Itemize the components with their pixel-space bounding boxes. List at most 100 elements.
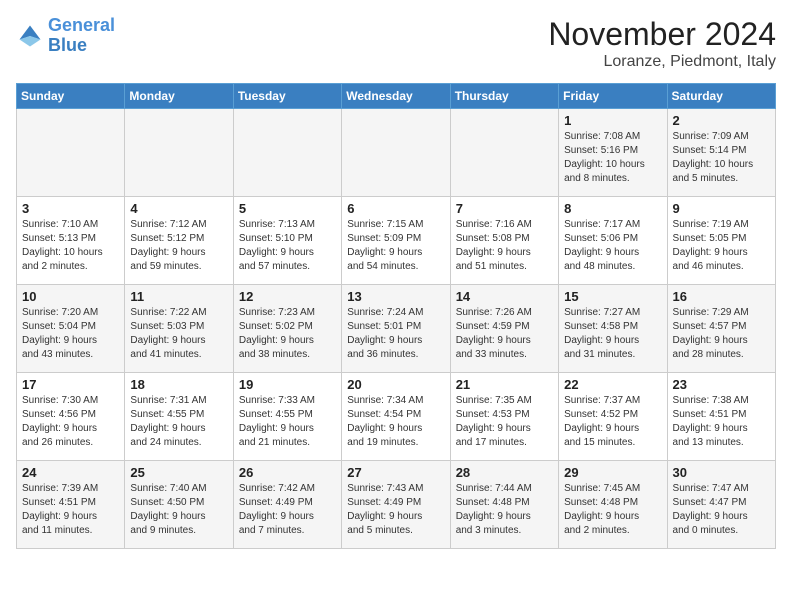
logo: General Blue	[16, 16, 115, 56]
calendar-cell: 12 Sunrise: 7:23 AM Sunset: 5:02 PM Dayli…	[233, 285, 341, 373]
cell-info: Sunrise: 7:42 AM Sunset: 4:49 PM Dayligh…	[239, 482, 336, 538]
cell-info: Sunrise: 7:47 AM Sunset: 4:47 PM Dayligh…	[673, 482, 770, 538]
calendar-table: SundayMondayTuesdayWednesdayThursdayFrid…	[16, 83, 776, 549]
day-number: 12	[239, 289, 336, 304]
cell-info: Sunrise: 7:16 AM Sunset: 5:08 PM Dayligh…	[456, 218, 553, 274]
calendar-cell: 17 Sunrise: 7:30 AM Sunset: 4:56 PM Dayli…	[17, 373, 125, 461]
weekday-header: Thursday	[450, 84, 558, 109]
day-number: 25	[130, 465, 227, 480]
calendar-cell	[125, 109, 233, 197]
day-number: 4	[130, 201, 227, 216]
day-number: 16	[673, 289, 770, 304]
weekday-header: Friday	[559, 84, 667, 109]
day-number: 1	[564, 113, 661, 128]
calendar-cell: 14Sunrise: 7:26 AM Sunset: 4:59 PM Dayli…	[450, 285, 558, 373]
cell-info: Sunrise: 7:12 AM Sunset: 5:12 PM Dayligh…	[130, 218, 227, 274]
cell-info: Sunrise: 7:17 AM Sunset: 5:06 PM Dayligh…	[564, 218, 661, 274]
title-block: November 2024 Loranze, Piedmont, Italy	[548, 16, 776, 71]
cell-info: Sunrise: 7:45 AM Sunset: 4:48 PM Dayligh…	[564, 482, 661, 538]
calendar-cell: 3 Sunrise: 7:10 AM Sunset: 5:13 PM Daylig…	[17, 197, 125, 285]
day-number: 28	[456, 465, 553, 480]
cell-info: Sunrise: 7:43 AM Sunset: 4:49 PM Dayligh…	[347, 482, 444, 538]
day-number: 17	[22, 377, 119, 392]
cell-info: Sunrise: 7:19 AM Sunset: 5:05 PM Dayligh…	[673, 218, 770, 274]
calendar-cell: 26 Sunrise: 7:42 AM Sunset: 4:49 PM Dayli…	[233, 461, 341, 549]
day-number: 24	[22, 465, 119, 480]
day-number: 20	[347, 377, 444, 392]
day-number: 19	[239, 377, 336, 392]
day-number: 8	[564, 201, 661, 216]
calendar-cell: 8 Sunrise: 7:17 AM Sunset: 5:06 PM Daylig…	[559, 197, 667, 285]
calendar-week-row: 1Sunrise: 7:08 AM Sunset: 5:16 PM Daylig…	[17, 109, 776, 197]
calendar-cell: 13Sunrise: 7:24 AM Sunset: 5:01 PM Dayli…	[342, 285, 450, 373]
day-number: 2	[673, 113, 770, 128]
calendar-cell: 4 Sunrise: 7:12 AM Sunset: 5:12 PM Daylig…	[125, 197, 233, 285]
day-number: 23	[673, 377, 770, 392]
calendar-cell: 9 Sunrise: 7:19 AM Sunset: 5:05 PM Daylig…	[667, 197, 775, 285]
day-number: 29	[564, 465, 661, 480]
calendar-cell	[233, 109, 341, 197]
cell-info: Sunrise: 7:30 AM Sunset: 4:56 PM Dayligh…	[22, 394, 119, 450]
calendar-cell: 16 Sunrise: 7:29 AM Sunset: 4:57 PM Dayli…	[667, 285, 775, 373]
cell-info: Sunrise: 7:10 AM Sunset: 5:13 PM Dayligh…	[22, 218, 119, 274]
day-number: 30	[673, 465, 770, 480]
weekday-header: Saturday	[667, 84, 775, 109]
cell-info: Sunrise: 7:40 AM Sunset: 4:50 PM Dayligh…	[130, 482, 227, 538]
weekday-header: Wednesday	[342, 84, 450, 109]
cell-info: Sunrise: 7:22 AM Sunset: 5:03 PM Dayligh…	[130, 306, 227, 362]
calendar-cell: 29 Sunrise: 7:45 AM Sunset: 4:48 PM Dayli…	[559, 461, 667, 549]
day-number: 21	[456, 377, 553, 392]
weekday-header: Monday	[125, 84, 233, 109]
month-title: November 2024	[548, 16, 776, 53]
cell-info: Sunrise: 7:33 AM Sunset: 4:55 PM Dayligh…	[239, 394, 336, 450]
cell-info: Sunrise: 7:31 AM Sunset: 4:55 PM Dayligh…	[130, 394, 227, 450]
day-number: 5	[239, 201, 336, 216]
calendar-cell	[342, 109, 450, 197]
cell-info: Sunrise: 7:09 AM Sunset: 5:14 PM Dayligh…	[673, 130, 770, 186]
day-number: 7	[456, 201, 553, 216]
day-number: 10	[22, 289, 119, 304]
calendar-cell: 23 Sunrise: 7:38 AM Sunset: 4:51 PM Dayli…	[667, 373, 775, 461]
calendar-cell: 1Sunrise: 7:08 AM Sunset: 5:16 PM Daylig…	[559, 109, 667, 197]
weekday-header: Sunday	[17, 84, 125, 109]
calendar-cell: 21 Sunrise: 7:35 AM Sunset: 4:53 PM Dayli…	[450, 373, 558, 461]
calendar-week-row: 24 Sunrise: 7:39 AM Sunset: 4:51 PM Dayli…	[17, 461, 776, 549]
day-number: 27	[347, 465, 444, 480]
day-number: 11	[130, 289, 227, 304]
calendar-cell: 5 Sunrise: 7:13 AM Sunset: 5:10 PM Daylig…	[233, 197, 341, 285]
calendar-cell: 24 Sunrise: 7:39 AM Sunset: 4:51 PM Dayli…	[17, 461, 125, 549]
weekday-header: Tuesday	[233, 84, 341, 109]
cell-info: Sunrise: 7:29 AM Sunset: 4:57 PM Dayligh…	[673, 306, 770, 362]
calendar-cell: 20Sunrise: 7:34 AM Sunset: 4:54 PM Dayli…	[342, 373, 450, 461]
calendar-cell: 11 Sunrise: 7:22 AM Sunset: 5:03 PM Dayli…	[125, 285, 233, 373]
cell-info: Sunrise: 7:44 AM Sunset: 4:48 PM Dayligh…	[456, 482, 553, 538]
calendar-cell: 2 Sunrise: 7:09 AM Sunset: 5:14 PM Daylig…	[667, 109, 775, 197]
day-number: 14	[456, 289, 553, 304]
calendar-cell: 22 Sunrise: 7:37 AM Sunset: 4:52 PM Dayli…	[559, 373, 667, 461]
day-number: 3	[22, 201, 119, 216]
day-number: 22	[564, 377, 661, 392]
cell-info: Sunrise: 7:37 AM Sunset: 4:52 PM Dayligh…	[564, 394, 661, 450]
cell-info: Sunrise: 7:15 AM Sunset: 5:09 PM Dayligh…	[347, 218, 444, 274]
day-number: 15	[564, 289, 661, 304]
calendar-cell	[450, 109, 558, 197]
calendar-week-row: 17 Sunrise: 7:30 AM Sunset: 4:56 PM Dayli…	[17, 373, 776, 461]
day-number: 9	[673, 201, 770, 216]
cell-info: Sunrise: 7:20 AM Sunset: 5:04 PM Dayligh…	[22, 306, 119, 362]
cell-info: Sunrise: 7:13 AM Sunset: 5:10 PM Dayligh…	[239, 218, 336, 274]
cell-info: Sunrise: 7:38 AM Sunset: 4:51 PM Dayligh…	[673, 394, 770, 450]
page-header: General Blue November 2024 Loranze, Pied…	[16, 16, 776, 71]
weekday-header-row: SundayMondayTuesdayWednesdayThursdayFrid…	[17, 84, 776, 109]
calendar-cell: 18Sunrise: 7:31 AM Sunset: 4:55 PM Dayli…	[125, 373, 233, 461]
cell-info: Sunrise: 7:35 AM Sunset: 4:53 PM Dayligh…	[456, 394, 553, 450]
calendar-cell: 15Sunrise: 7:27 AM Sunset: 4:58 PM Dayli…	[559, 285, 667, 373]
calendar-cell: 6Sunrise: 7:15 AM Sunset: 5:09 PM Daylig…	[342, 197, 450, 285]
calendar-cell: 7 Sunrise: 7:16 AM Sunset: 5:08 PM Daylig…	[450, 197, 558, 285]
day-number: 26	[239, 465, 336, 480]
logo-icon	[16, 22, 44, 50]
logo-text: General Blue	[48, 16, 115, 56]
cell-info: Sunrise: 7:23 AM Sunset: 5:02 PM Dayligh…	[239, 306, 336, 362]
calendar-cell: 27 Sunrise: 7:43 AM Sunset: 4:49 PM Dayli…	[342, 461, 450, 549]
cell-info: Sunrise: 7:39 AM Sunset: 4:51 PM Dayligh…	[22, 482, 119, 538]
calendar-week-row: 3 Sunrise: 7:10 AM Sunset: 5:13 PM Daylig…	[17, 197, 776, 285]
